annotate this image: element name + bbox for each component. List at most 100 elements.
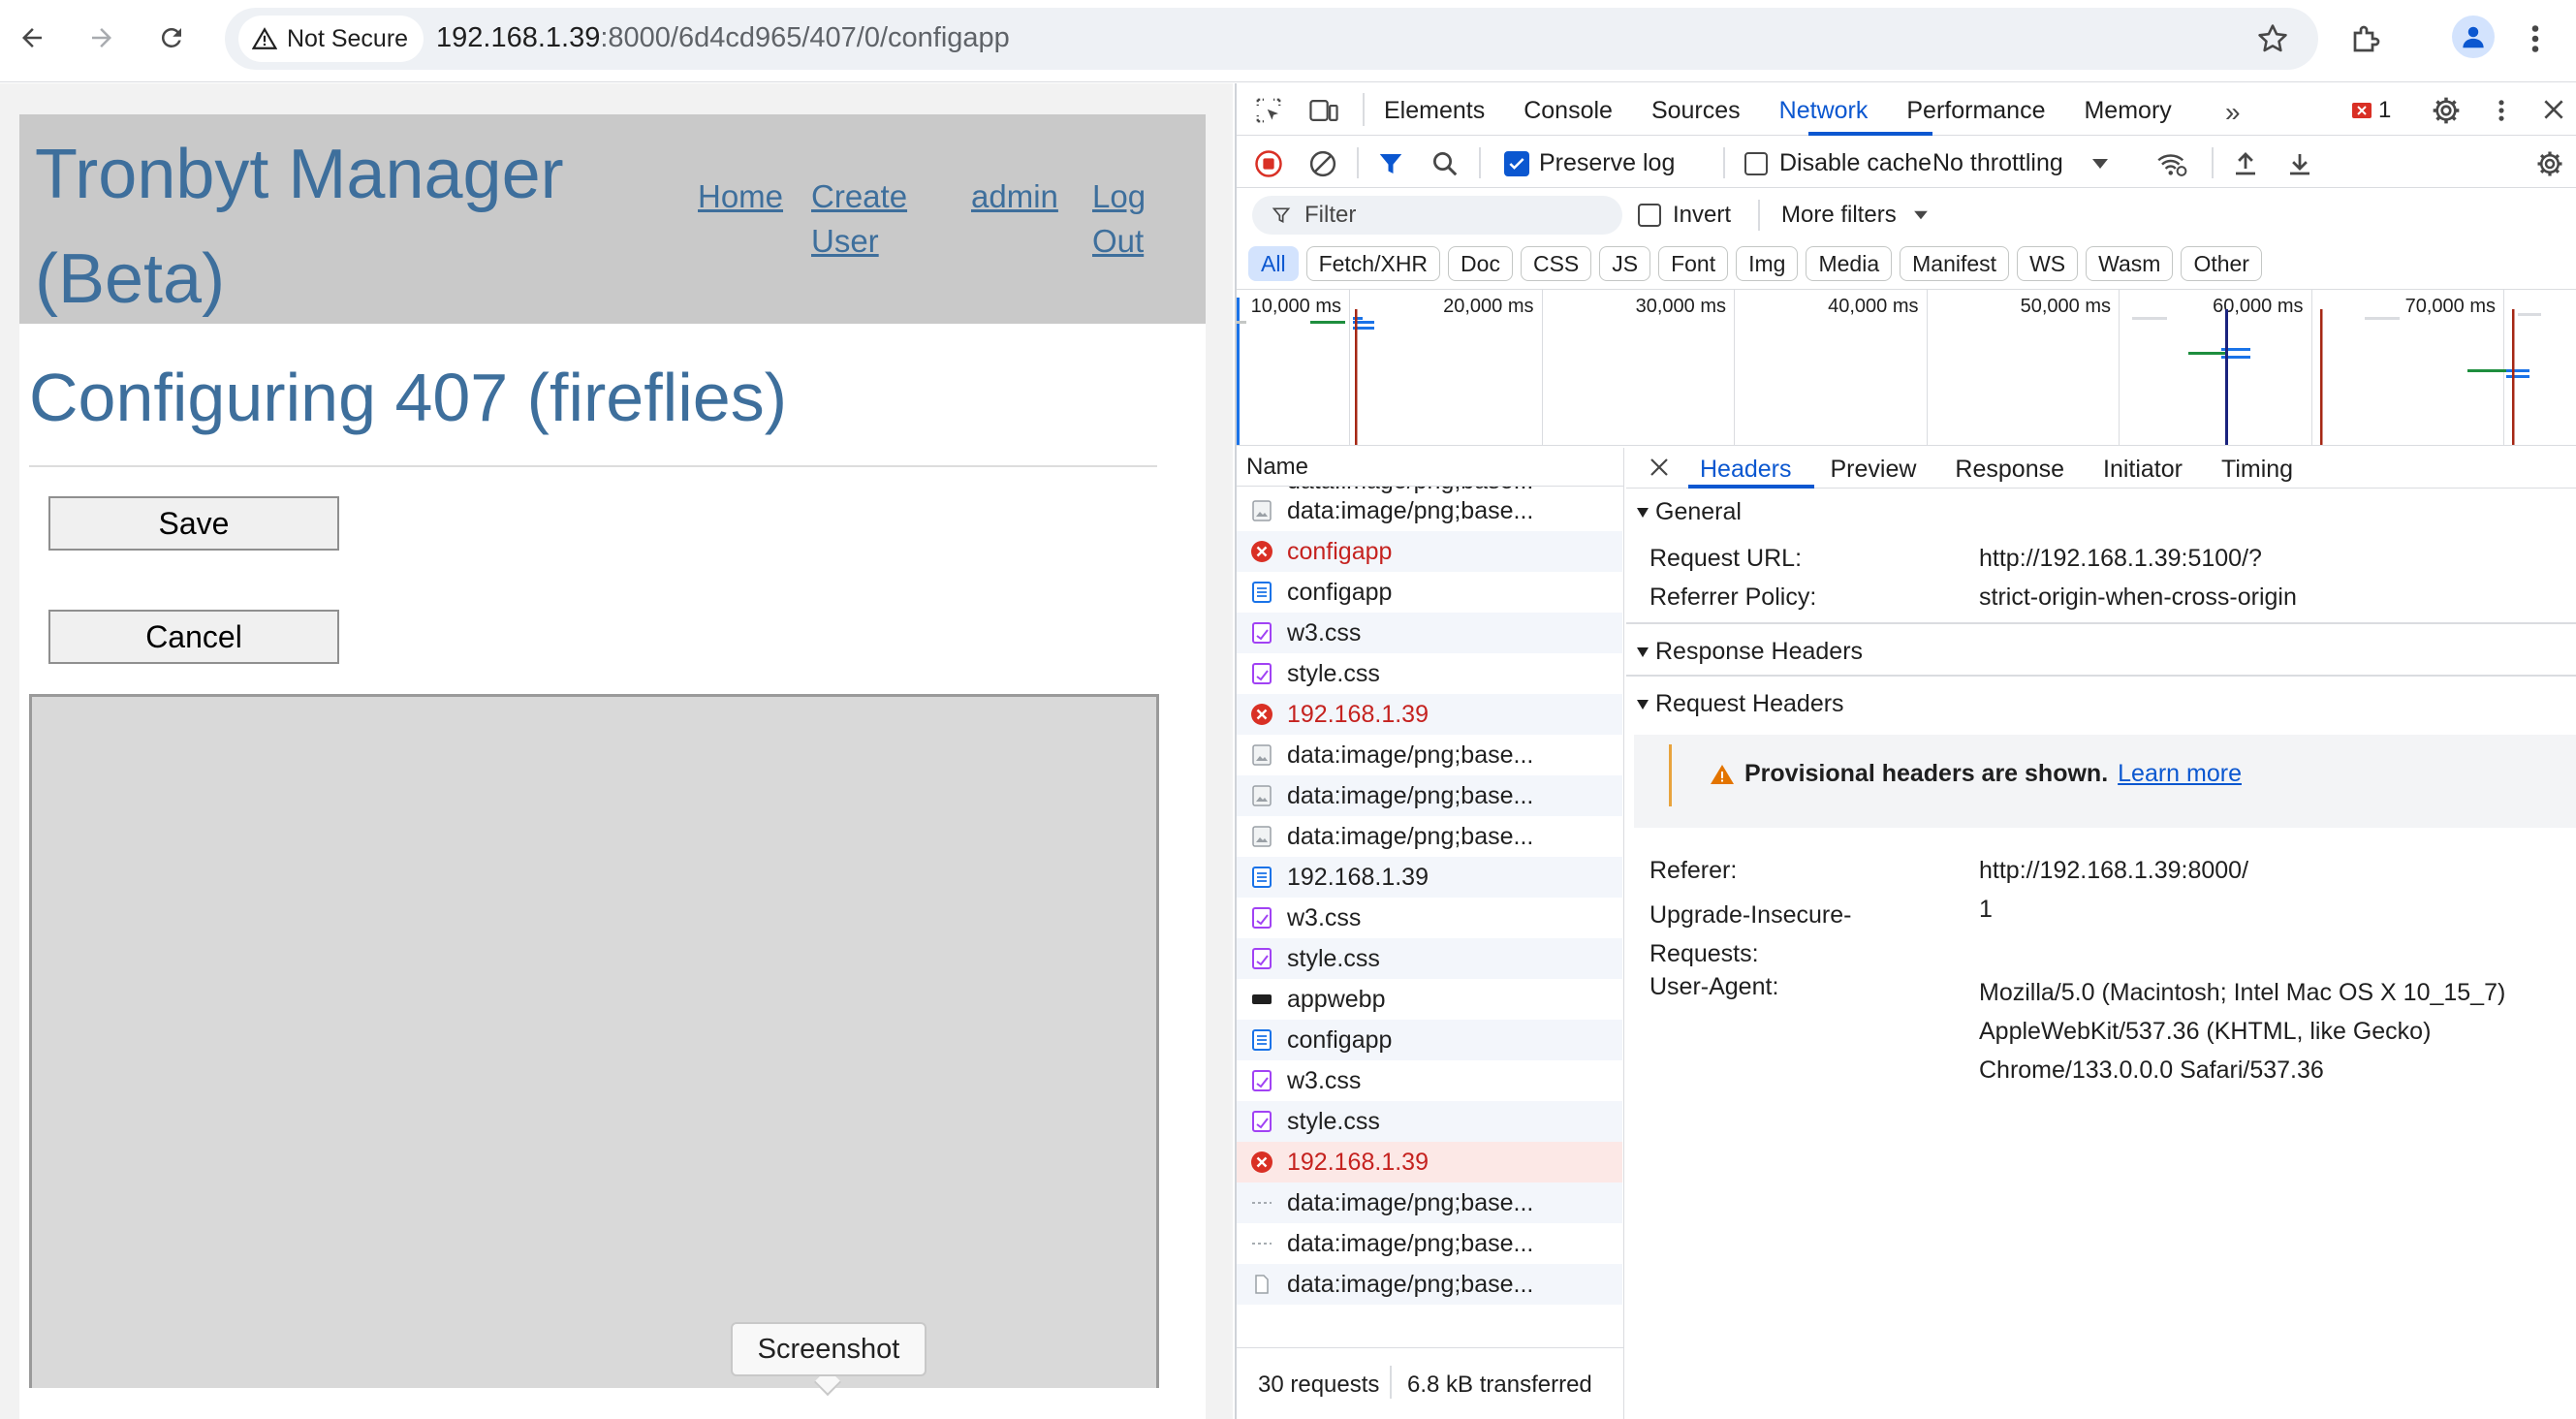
detail-tab-initiator[interactable]: Initiator <box>2103 456 2183 484</box>
app-config-frame[interactable] <box>29 694 1159 1388</box>
browser-menu-icon[interactable] <box>2529 21 2541 56</box>
record-stop-icon[interactable] <box>1254 149 1283 178</box>
more-filters-dropdown[interactable]: More filters <box>1781 202 1930 229</box>
detail-tab-response[interactable]: Response <box>1955 456 2064 484</box>
type-filter-js[interactable]: JS <box>1599 246 1651 281</box>
brand-title[interactable]: Tronbyt Manager (Beta) <box>35 122 616 331</box>
tab-memory[interactable]: Memory <box>2084 97 2171 125</box>
error-counter[interactable]: 1 <box>2351 97 2391 124</box>
nav-logout-link[interactable]: Log Out <box>1092 174 1146 264</box>
type-filter-manifest[interactable]: Manifest <box>1900 246 2010 281</box>
type-filter-doc[interactable]: Doc <box>1448 246 1513 281</box>
url-text[interactable]: 192.168.1.39:8000/6d4cd965/407/0/configa… <box>436 22 1010 54</box>
request-row[interactable]: w3.css <box>1237 898 1622 938</box>
stylesheet-icon <box>1250 1069 1273 1092</box>
clear-icon[interactable] <box>1308 149 1337 178</box>
preserve-log-checkbox[interactable]: Preserve log <box>1504 149 1675 177</box>
save-button[interactable]: Save <box>48 496 339 551</box>
devtools-menu-icon[interactable] <box>2497 97 2506 124</box>
nav-create-user-line1: Create <box>811 178 908 214</box>
security-chip[interactable]: Not Secure <box>238 16 424 62</box>
request-row[interactable]: 192.168.1.39 <box>1237 1142 1622 1182</box>
tab-sources[interactable]: Sources <box>1651 97 1741 125</box>
type-filter-other[interactable]: Other <box>2181 246 2262 281</box>
extensions-icon[interactable] <box>2349 21 2384 56</box>
request-row[interactable]: data:image/png;base... <box>1237 490 1622 531</box>
cancel-button[interactable]: Cancel <box>48 610 339 664</box>
header-key-line: Upgrade-Insecure- <box>1649 901 1852 929</box>
tab-console[interactable]: Console <box>1524 97 1613 125</box>
checkbox-checked-icon[interactable] <box>1504 150 1529 176</box>
forward-icon[interactable] <box>76 12 128 64</box>
learn-more-link[interactable]: Learn more <box>2118 760 2242 788</box>
detail-tab-timing[interactable]: Timing <box>2221 456 2293 484</box>
bookmark-star-icon[interactable] <box>2256 22 2289 55</box>
request-headers-toggle[interactable]: Request Headers <box>1636 690 1844 718</box>
more-tabs-icon[interactable]: » <box>2225 97 2241 128</box>
request-row[interactable]: configapp <box>1237 1020 1622 1060</box>
type-filter-fetchxhr[interactable]: Fetch/XHR <box>1305 246 1441 281</box>
request-row[interactable]: style.css <box>1237 938 1622 979</box>
request-row[interactable]: data:image/png;base... <box>1237 1182 1622 1223</box>
export-har-download-icon[interactable] <box>2285 149 2314 178</box>
request-row[interactable]: w3.css <box>1237 613 1622 653</box>
type-filter-all[interactable]: All <box>1248 246 1299 281</box>
type-filter-ws[interactable]: WS <box>2017 246 2079 281</box>
detail-tab-preview[interactable]: Preview <box>1831 456 1917 484</box>
close-devtools-icon[interactable] <box>2541 97 2566 122</box>
tab-performance[interactable]: Performance <box>1906 97 2045 125</box>
browser-toolbar: Not Secure 192.168.1.39:8000/6d4cd965/40… <box>0 0 2576 82</box>
request-row[interactable]: data:image/png;base... <box>1237 1223 1622 1264</box>
reload-icon[interactable] <box>145 12 198 64</box>
detail-tab-headers[interactable]: Headers <box>1700 456 1792 484</box>
general-section-toggle[interactable]: General <box>1636 498 1742 526</box>
request-name: 192.168.1.39 <box>1287 700 1429 728</box>
import-har-upload-icon[interactable] <box>2231 149 2260 178</box>
request-row[interactable]: w3.css <box>1237 1060 1622 1101</box>
request-row[interactable]: data:image/png;base... <box>1237 1264 1622 1305</box>
timeline-overview[interactable]: 10,000 ms 20,000 ms 30,000 ms 40,000 ms 50,0… <box>1237 289 2576 446</box>
nav-admin-link[interactable]: admin <box>971 174 1058 219</box>
profile-avatar-icon[interactable] <box>2452 16 2495 58</box>
network-conditions-wifi-icon[interactable] <box>2155 149 2188 178</box>
request-row[interactable]: data:image/png;base... <box>1237 775 1622 816</box>
name-column-header[interactable]: Name <box>1237 448 1623 487</box>
nav-logout-line1: Log <box>1092 178 1147 214</box>
request-row[interactable]: data:image/png;base... <box>1237 816 1622 857</box>
request-row[interactable]: data:image/png;base... <box>1237 735 1622 775</box>
checkbox-unchecked-icon[interactable] <box>1744 151 1768 175</box>
settings-gear-icon[interactable] <box>2431 95 2462 126</box>
request-row[interactable]: configapp <box>1237 572 1622 613</box>
type-filter-wasm[interactable]: Wasm <box>2086 246 2174 281</box>
nav-create-user-link[interactable]: Create User <box>811 174 907 264</box>
network-settings-gear-icon[interactable] <box>2535 149 2564 178</box>
close-detail-icon[interactable] <box>1648 456 1671 479</box>
search-icon[interactable] <box>1430 149 1460 178</box>
checkbox-unchecked-icon[interactable] <box>1638 204 1661 227</box>
device-toolbar-icon[interactable] <box>1308 96 1339 125</box>
tab-elements[interactable]: Elements <box>1384 97 1485 125</box>
type-filter-media[interactable]: Media <box>1806 246 1893 281</box>
type-filter-font[interactable]: Font <box>1658 246 1729 281</box>
response-headers-toggle[interactable]: Response Headers <box>1636 638 1863 666</box>
address-bar[interactable]: Not Secure 192.168.1.39:8000/6d4cd965/40… <box>225 8 2318 70</box>
invert-checkbox[interactable]: Invert <box>1638 202 1731 229</box>
request-row[interactable]: appwebp <box>1237 979 1622 1020</box>
inspect-element-icon[interactable] <box>1254 96 1283 125</box>
nav-home-link[interactable]: Home <box>698 174 783 219</box>
request-row[interactable]: 192.168.1.39 <box>1237 857 1622 898</box>
filter-input[interactable]: Filter <box>1252 196 1622 235</box>
filter-funnel-icon[interactable] <box>1376 149 1405 178</box>
disable-cache-checkbox[interactable]: Disable cache <box>1744 149 1932 177</box>
request-row[interactable]: style.css <box>1237 653 1622 694</box>
request-name: data:image/png;base... <box>1287 496 1534 524</box>
tab-network[interactable]: Network <box>1779 97 1869 125</box>
type-filter-css[interactable]: CSS <box>1520 246 1592 281</box>
request-row[interactable]: configapp <box>1237 531 1622 572</box>
back-icon[interactable] <box>6 12 58 64</box>
request-row[interactable]: style.css <box>1237 1101 1622 1142</box>
type-filter-img[interactable]: Img <box>1736 246 1799 281</box>
header-value: Mozilla/5.0 (Macintosh; Intel Mac OS X 1… <box>1979 973 2505 1089</box>
throttling-select[interactable]: No throttling <box>1932 149 2110 177</box>
request-row[interactable]: 192.168.1.39 <box>1237 694 1622 735</box>
